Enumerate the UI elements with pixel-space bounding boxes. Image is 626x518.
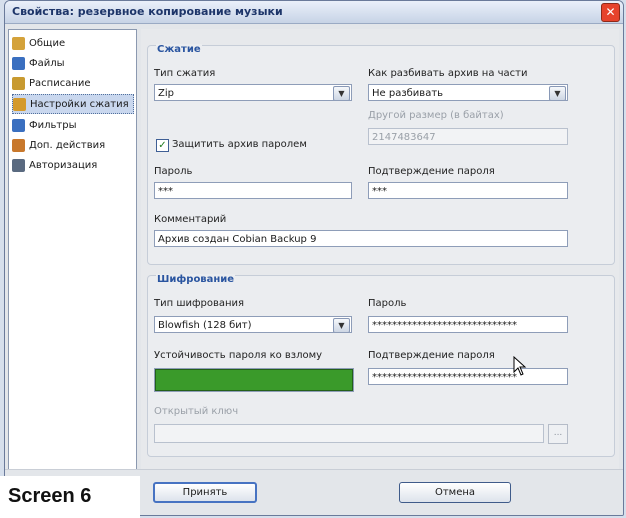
password-label: Пароль [154,166,193,177]
actions-icon [12,138,25,152]
strength-meter-fill [155,369,353,391]
public-key-label: Открытый ключ [154,406,239,417]
properties-dialog: Свойства: резервное копирование музыки ✕… [4,0,624,516]
compression-group: Сжатие Тип сжатия Zip ▼ Как разбивать ар… [147,44,615,265]
password-input[interactable]: *** [154,182,352,199]
close-icon[interactable]: ✕ [601,3,620,22]
confirm-password-label: Подтверждение пароля [368,166,495,177]
sidebar-item-label: Расписание [29,77,91,89]
public-key-input[interactable] [154,424,544,443]
filters-icon [12,118,25,132]
sidebar-item-compression[interactable]: Настройки сжатия [12,94,134,114]
schedule-icon [12,76,25,90]
encryption-type-label: Тип шифрования [154,298,245,309]
sidebar-item-filters[interactable]: Фильтры [12,116,132,134]
encryption-group: Шифрование Тип шифрования Blowfish (128 … [147,274,615,457]
sidebar-item-label: Файлы [29,57,65,69]
files-icon [12,56,25,70]
settings-panel: Сжатие Тип сжатия Zip ▼ Как разбивать ар… [141,29,619,469]
browse-button[interactable]: ... [548,424,568,444]
encryption-confirm-input[interactable]: ***************************** [368,368,568,385]
encryption-password-label: Пароль [368,298,407,309]
sidebar-item-label: Общие [29,37,66,49]
compression-group-title: Сжатие [156,44,202,55]
compression-type-label: Тип сжатия [154,68,216,79]
apply-button[interactable]: Принять [153,482,257,503]
sidebar-item-label: Настройки сжатия [30,98,129,110]
strength-label: Устойчивость пароля ко взлому [154,350,323,361]
window-title: Свойства: резервное копирование музыки [12,5,283,18]
split-value: Не разбивать [372,88,444,99]
compression-icon [13,97,26,111]
comment-input[interactable]: Архив создан Cobian Backup 9 [154,230,568,247]
sidebar-item-general[interactable]: Общие [12,34,132,52]
protect-checkbox[interactable]: ✓ [156,139,169,152]
sidebar-item-files[interactable]: Файлы [12,54,132,72]
screen-caption: Screen 6 [0,476,140,518]
other-size-input[interactable]: 2147483647 [368,128,568,145]
sidebar-item-label: Авторизация [29,159,98,171]
mouse-cursor-icon [513,356,527,376]
compression-type-value: Zip [158,88,174,99]
sidebar-item-label: Доп. действия [29,139,106,151]
encryption-confirm-label: Подтверждение пароля [368,350,495,361]
other-size-label: Другой размер (в байтах) [368,110,504,121]
encryption-type-select[interactable]: Blowfish (128 бит) ▼ [154,316,352,333]
split-select[interactable]: Не разбивать ▼ [368,84,568,101]
sidebar-item-actions[interactable]: Доп. действия [12,136,132,154]
auth-icon [12,158,25,172]
encryption-group-title: Шифрование [156,274,236,285]
confirm-password-input[interactable]: *** [368,182,568,199]
general-icon [12,36,25,50]
sidebar-item-label: Фильтры [29,119,77,131]
compression-type-select[interactable]: Zip ▼ [154,84,352,101]
settings-sidebar: Общие Файлы Расписание Настройки сжатия … [8,29,137,471]
chevron-down-icon[interactable]: ▼ [333,318,350,332]
comment-label: Комментарий [154,214,227,225]
encryption-password-input[interactable]: ***************************** [368,316,568,333]
sidebar-item-auth[interactable]: Авторизация [12,156,132,174]
chevron-down-icon[interactable]: ▼ [333,86,350,100]
split-label: Как разбивать архив на части [368,68,528,79]
protect-label: Защитить архив паролем [172,139,307,150]
strength-meter [154,368,354,392]
title-bar[interactable]: Свойства: резервное копирование музыки ✕ [5,1,623,24]
encryption-type-value: Blowfish (128 бит) [158,320,252,331]
chevron-down-icon[interactable]: ▼ [549,86,566,100]
sidebar-item-schedule[interactable]: Расписание [12,74,132,92]
cancel-button[interactable]: Отмена [399,482,511,503]
